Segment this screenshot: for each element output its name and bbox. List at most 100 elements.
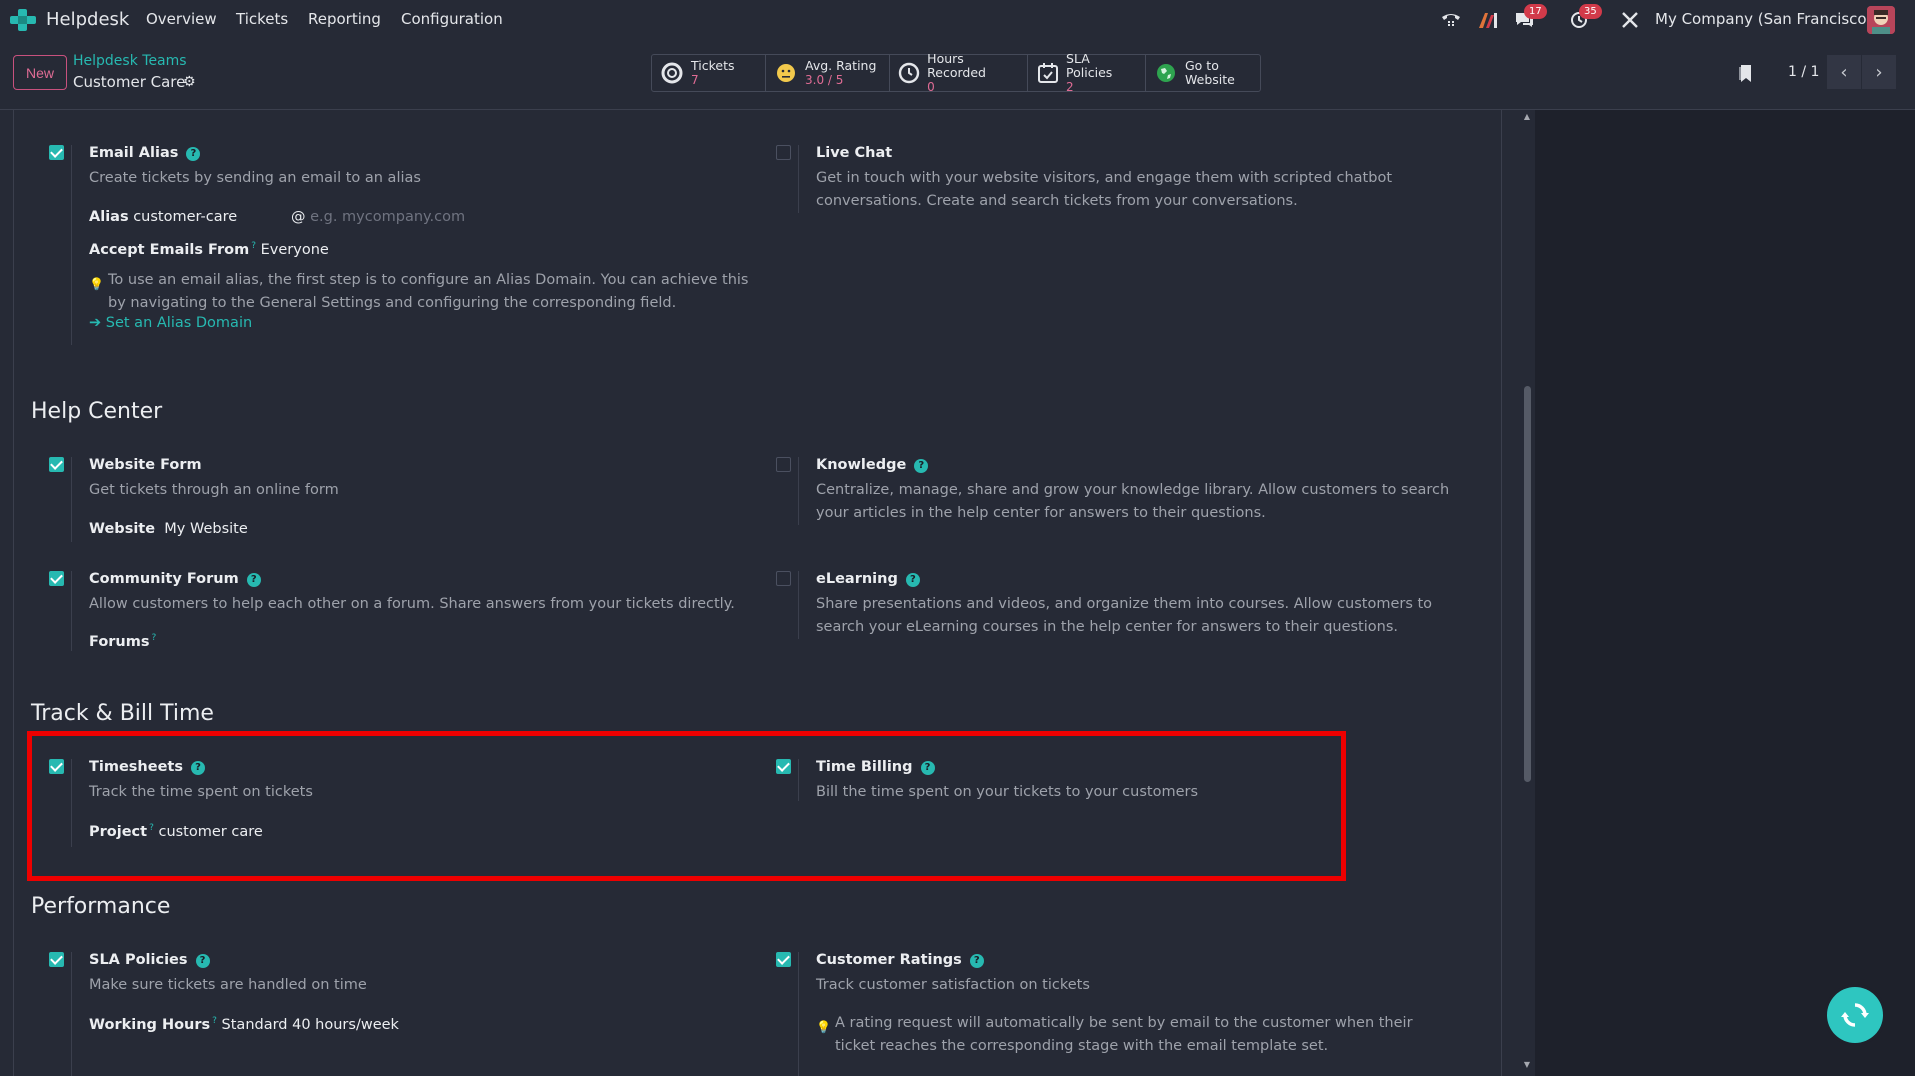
helpdesk-logo-icon[interactable] [10,9,36,31]
accept-emails-field[interactable]: Accept Emails From? Everyone [89,241,329,258]
alias-value[interactable]: customer-care [133,209,237,225]
setting-title: Live Chat [816,145,893,161]
menu-configuration[interactable]: Configuration [401,10,503,28]
previous-record-button[interactable]: ‹ [1827,55,1861,89]
forums-field[interactable]: Forums? [89,633,156,650]
setting-title: SLA Policies? [89,952,210,968]
help-icon[interactable]: ? [195,954,210,968]
divider [71,952,72,1076]
help-icon[interactable]: ? [905,573,920,587]
company-switcher[interactable]: My Company (San Francisco) [1655,10,1872,28]
knowledge-checkbox[interactable] [776,457,791,472]
scrollbar-thumb[interactable] [1524,386,1531,782]
menu-reporting[interactable]: Reporting [308,10,381,28]
accept-value[interactable]: Everyone [261,242,329,258]
accept-label: Accept Emails From [89,241,250,258]
smiley-icon [774,61,798,85]
website-value[interactable]: My Website [164,521,248,537]
scroll-down-icon[interactable]: ▼ [1521,1060,1533,1072]
alias-domain-field[interactable]: @ e.g. mycompany.com [291,209,465,225]
customer-ratings-checkbox[interactable] [776,952,791,967]
alias-field[interactable]: Alias customer-care [89,209,237,225]
globe-icon [1154,61,1178,85]
tools-icon[interactable] [1618,8,1642,32]
website-form-checkbox[interactable] [49,457,64,472]
stat-sla-policies[interactable]: SLA Policies 2 [1028,51,1146,94]
smart-buttons: Tickets 7 Avg. Rating 3.0 / 5 Hours Record… [651,51,1261,94]
stat-label: Avg. Rating [805,58,877,73]
stat-label: Go to [1185,58,1219,73]
setting-description: Share presentations and videos, and orga… [816,596,1433,635]
setting-title-text: Customer Ratings [816,952,962,968]
phone-icon[interactable] [1439,8,1463,32]
next-record-button[interactable]: › [1862,55,1896,89]
scroll-up-icon[interactable]: ▲ [1521,112,1533,124]
ai-icon[interactable] [1476,8,1500,32]
email-alias-checkbox[interactable] [49,145,64,160]
community-forum-checkbox[interactable] [49,571,64,586]
lifebuoy-icon [660,61,684,85]
setting-title: Customer Ratings? [816,952,984,968]
divider [71,571,72,651]
chat-icon[interactable]: 17 [1512,4,1547,32]
clock-icon [898,61,920,85]
bookmark-icon[interactable] [1738,62,1754,84]
stat-label-2: Website [1185,72,1235,87]
refresh-fab-button[interactable] [1827,987,1883,1043]
setting-description: Get in touch with your website visitors,… [816,170,1393,209]
working-hours-value[interactable]: Standard 40 hours/week [222,1017,399,1033]
activity-clock-icon[interactable]: 35 [1567,4,1602,32]
refresh-icon [1841,1003,1869,1027]
activity-counter: 35 [1579,4,1602,19]
pager-counter[interactable]: 1 / 1 [1788,64,1819,80]
divider [798,145,799,213]
set-alias-domain-link[interactable]: ➔ Set an Alias Domain [89,315,252,331]
setting-description: Create tickets by sending an email to an… [89,170,421,186]
lightbulb-icon: 💡 [89,277,104,291]
breadcrumb-current: Customer Care [73,73,186,91]
website-field[interactable]: Website My Website [89,521,248,537]
help-icon[interactable]: ? [914,459,929,473]
working-hours-field[interactable]: Working Hours? Standard 40 hours/week [89,1016,399,1033]
stat-hours-recorded[interactable]: Hours Recorded 0 [890,51,1028,94]
note-text: A rating request will automatically be s… [835,1015,1413,1054]
divider [71,145,72,345]
setting-title: eLearning? [816,571,920,587]
setting-title: Community Forum? [89,571,261,587]
divider [798,457,799,525]
section-track-bill-time: Track & Bill Time [31,701,214,726]
breadcrumb-helpdesk-teams[interactable]: Helpdesk Teams [73,53,187,69]
user-avatar[interactable] [1867,6,1895,34]
menu-overview[interactable]: Overview [146,10,217,28]
gear-icon[interactable]: ⚙ [183,74,196,90]
live-chat-checkbox[interactable] [776,145,791,160]
app-name[interactable]: Helpdesk [46,9,129,30]
lightbulb-icon: 💡 [816,1020,831,1034]
stat-label: SLA Policies [1066,51,1113,80]
sla-policies-checkbox[interactable] [49,952,64,967]
chat-counter: 17 [1524,4,1547,19]
help-icon[interactable]: ? [246,573,261,587]
stat-label: Tickets [691,58,735,73]
stat-value: 2 [1066,80,1074,94]
help-icon[interactable]: ? [969,954,984,968]
highlight-box [27,731,1346,881]
setting-description: Get tickets through an online form [89,482,339,498]
stat-value: 3.0 / 5 [805,73,844,87]
setting-description: Allow customers to help each other on a … [89,596,735,612]
section-help-center: Help Center [31,399,163,424]
stat-go-to-website[interactable]: Go to Website [1146,55,1260,91]
link-text[interactable]: Set an Alias Domain [106,315,252,331]
menu-tickets[interactable]: Tickets [236,10,288,28]
alias-domain-placeholder: e.g. mycompany.com [310,209,466,225]
control-panel: New Helpdesk Teams Customer Care ⚙ Ticke… [0,40,1915,110]
stat-avg-rating[interactable]: Avg. Rating 3.0 / 5 [766,55,890,91]
stat-label: Hours Recorded [927,51,986,80]
setting-description: Centralize, manage, share and grow your … [816,482,1450,521]
help-icon[interactable]: ? [186,147,201,161]
setting-description: Make sure tickets are handled on time [89,977,367,993]
calendar-check-icon [1036,61,1059,85]
new-button[interactable]: New [13,55,67,90]
elearning-checkbox[interactable] [776,571,791,586]
stat-tickets[interactable]: Tickets 7 [652,55,766,91]
